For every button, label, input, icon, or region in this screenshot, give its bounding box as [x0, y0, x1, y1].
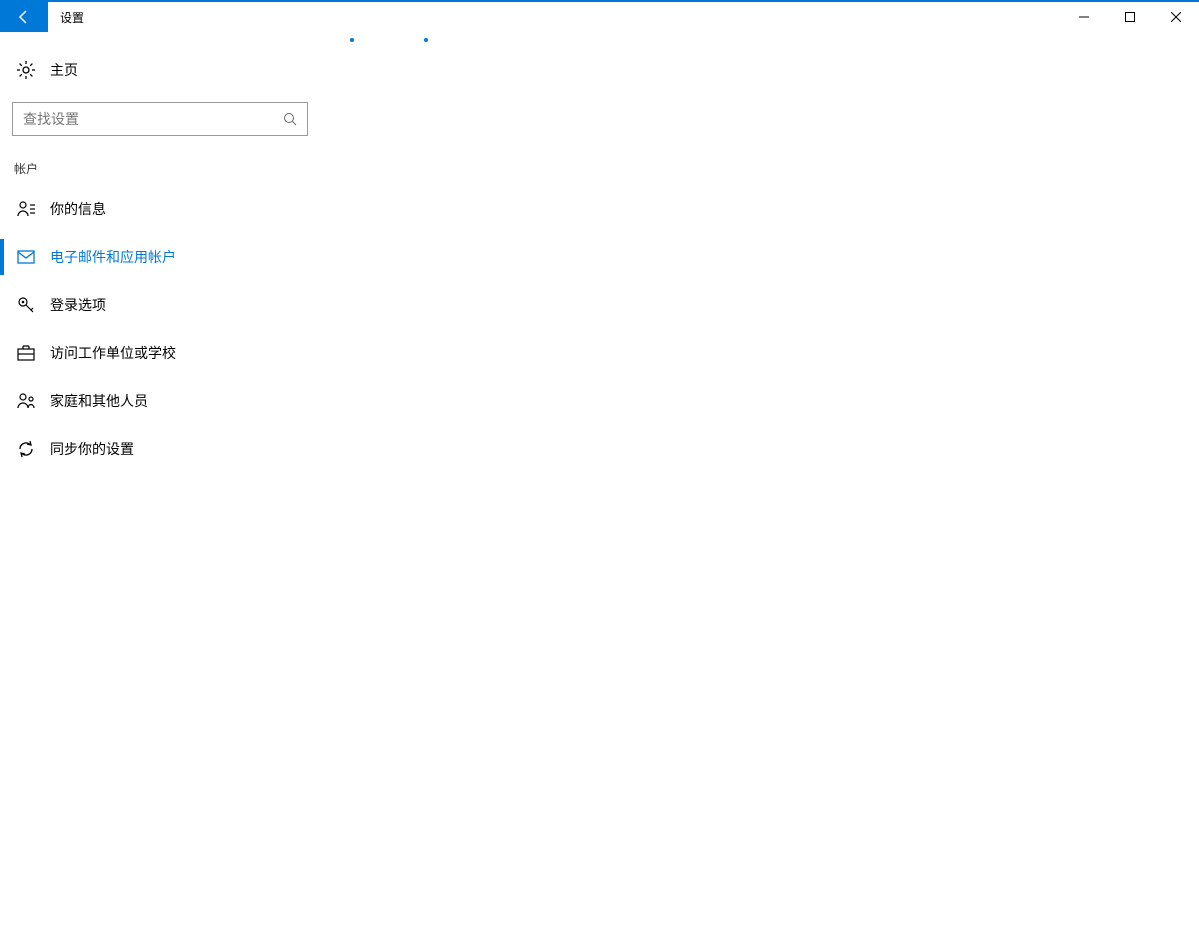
window-body: 主页 帐户 你的信息 电子邮件和应用帐户: [0, 32, 1199, 931]
people-icon: [16, 391, 36, 411]
back-button[interactable]: [0, 2, 48, 32]
nav-item-label: 家庭和其他人员: [50, 391, 148, 411]
close-button[interactable]: [1153, 2, 1199, 32]
titlebar: 设置: [0, 0, 1199, 32]
home-button[interactable]: 主页: [0, 50, 320, 90]
window-title: 设置: [48, 2, 84, 32]
settings-window: 设置: [0, 0, 1199, 931]
sync-icon: [16, 439, 36, 459]
nav-item-sync-settings[interactable]: 同步你的设置: [0, 425, 320, 473]
nav-item-work-school[interactable]: 访问工作单位或学校: [0, 329, 320, 377]
briefcase-icon: [16, 343, 36, 363]
search-box[interactable]: [12, 102, 308, 136]
nav-item-signin-options[interactable]: 登录选项: [0, 281, 320, 329]
key-icon: [16, 295, 36, 315]
loading-dot-icon: [424, 38, 428, 42]
home-label: 主页: [50, 60, 78, 80]
nav-item-label: 同步你的设置: [50, 439, 134, 459]
minimize-icon: [1079, 12, 1089, 22]
back-arrow-icon: [16, 9, 32, 25]
nav-item-label: 你的信息: [50, 199, 106, 219]
sidebar: 主页 帐户 你的信息 电子邮件和应用帐户: [0, 32, 320, 931]
nav-item-email-accounts[interactable]: 电子邮件和应用帐户: [0, 233, 320, 281]
section-title: 帐户: [0, 136, 320, 185]
nav-item-label: 电子邮件和应用帐户: [50, 247, 176, 267]
gear-icon: [16, 60, 36, 80]
content-area: [320, 32, 1199, 931]
nav-item-your-info[interactable]: 你的信息: [0, 185, 320, 233]
nav-item-family-people[interactable]: 家庭和其他人员: [0, 377, 320, 425]
user-icon: [16, 199, 36, 219]
search-icon[interactable]: [273, 112, 307, 126]
window-controls: [1061, 2, 1199, 32]
close-icon: [1171, 12, 1181, 22]
maximize-button[interactable]: [1107, 2, 1153, 32]
search-input[interactable]: [13, 103, 273, 135]
loading-indicator: [350, 38, 428, 42]
nav-item-label: 登录选项: [50, 295, 106, 315]
nav-item-label: 访问工作单位或学校: [50, 343, 176, 363]
loading-dot-icon: [350, 38, 354, 42]
minimize-button[interactable]: [1061, 2, 1107, 32]
maximize-icon: [1125, 12, 1135, 22]
mail-icon: [16, 247, 36, 267]
